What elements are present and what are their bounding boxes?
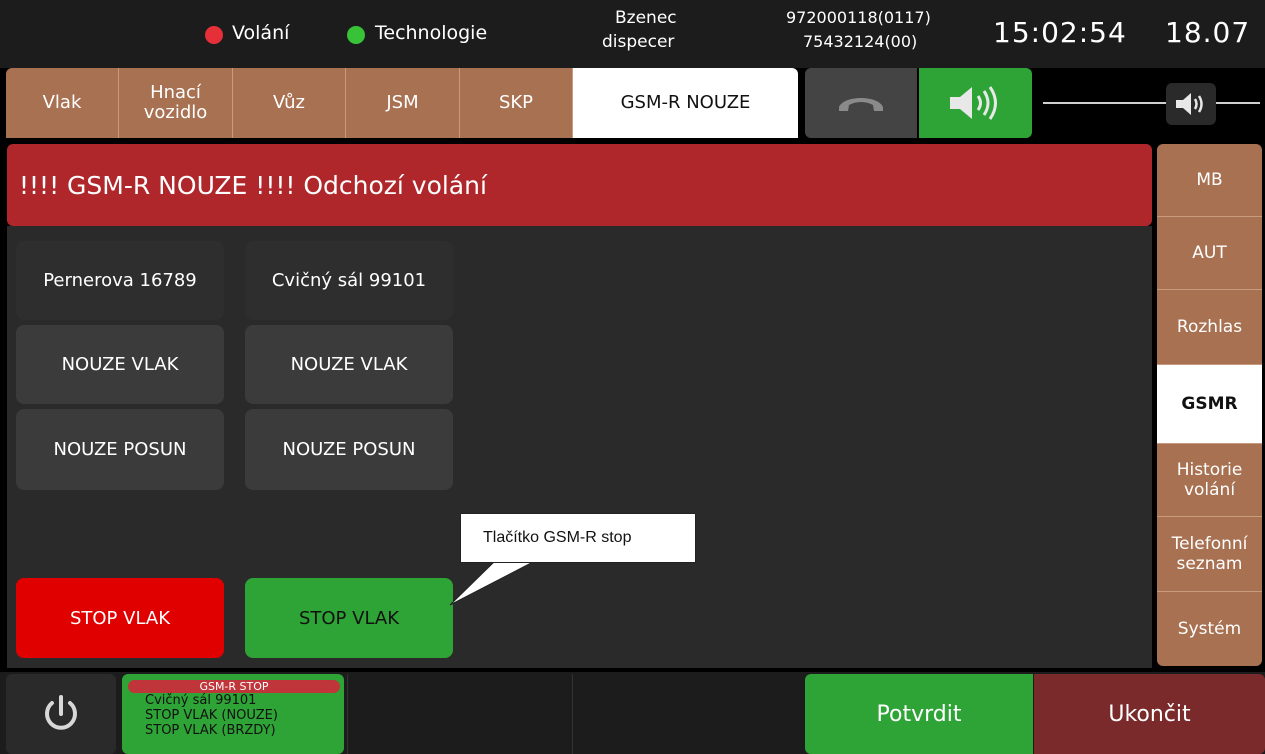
power-icon xyxy=(45,695,77,730)
volume-knob[interactable] xyxy=(1166,83,1216,125)
nouze-posun-button[interactable]: NOUZE POSUN xyxy=(16,409,224,490)
nouze-vlak-button[interactable]: NOUZE VLAK xyxy=(16,325,224,404)
tab-vlak[interactable]: Vlak xyxy=(6,68,119,138)
tab-jsm[interactable]: JSM xyxy=(346,68,460,138)
number-secondary: 75432124(00) xyxy=(803,32,918,51)
contact-name: Pernerova 16789 xyxy=(16,241,224,320)
sidebar-item-rozhlas[interactable]: Rozhlas xyxy=(1157,290,1262,365)
notification-slot xyxy=(347,674,569,754)
call-indicator-dot xyxy=(205,26,223,44)
stop-vlak-button[interactable]: STOP VLAK xyxy=(16,578,224,658)
tab-skp[interactable]: SKP xyxy=(460,68,573,138)
tab-hnaci-vozidlo[interactable]: Hnací vozidlo xyxy=(119,68,233,138)
number-primary: 972000118(0117) xyxy=(786,8,931,27)
contact-name: Cvičný sál 99101 xyxy=(245,241,453,320)
speaker-icon xyxy=(949,86,997,120)
emergency-banner: !!!! GSM-R NOUZE !!!! Odchozí volání xyxy=(7,144,1152,226)
sidebar-item-system[interactable]: Systém xyxy=(1157,592,1262,666)
gsm-r-stop-button[interactable]: STOP VLAK xyxy=(245,578,453,658)
volume-slider-track[interactable] xyxy=(1043,102,1260,104)
station-name: Bzenec xyxy=(615,8,677,28)
volume-knob-icon xyxy=(1176,93,1203,115)
call-indicator-label: Volání xyxy=(232,22,290,44)
callout-pointer xyxy=(449,557,536,606)
nouze-posun-button[interactable]: NOUZE POSUN xyxy=(245,409,453,490)
clock-time: 15:02:54 xyxy=(993,16,1127,49)
end-call-button[interactable]: Ukončit xyxy=(1034,674,1265,754)
notification-slot xyxy=(572,674,800,754)
sidebar-item-aut[interactable]: AUT xyxy=(1157,217,1262,290)
sidebar-item-mb[interactable]: MB xyxy=(1157,144,1262,217)
confirm-button[interactable]: Potvrdit xyxy=(805,674,1033,754)
handset-icon xyxy=(839,98,883,111)
notification-line: STOP VLAK (BRZDY) xyxy=(145,723,276,738)
notification-title: GSM-R STOP xyxy=(128,680,340,693)
tab-vuz[interactable]: Vůz xyxy=(233,68,346,138)
tab-gsm-r-nouze[interactable]: GSM-R NOUZE xyxy=(573,68,798,138)
clock-date: 18.07 xyxy=(1165,16,1251,49)
notification-line: STOP VLAK (NOUZE) xyxy=(145,708,278,723)
sidebar-item-telefonni-seznam[interactable]: Telefonní seznam xyxy=(1157,517,1262,592)
sidebar-item-gsmr[interactable]: GSMR xyxy=(1157,365,1262,444)
technology-indicator-label: Technologie xyxy=(375,22,488,44)
power-button[interactable] xyxy=(6,674,116,754)
hangup-button[interactable] xyxy=(805,68,917,138)
station-role: dispecer xyxy=(602,32,675,52)
callout-label: Tlačítko GSM-R stop xyxy=(460,513,696,563)
speaker-button[interactable] xyxy=(919,68,1032,138)
nouze-vlak-button[interactable]: NOUZE VLAK xyxy=(245,325,453,404)
technology-indicator-dot xyxy=(347,26,365,44)
notification-line: Cvičný sál 99101 xyxy=(145,693,257,708)
sidebar-item-historie-volani[interactable]: Historie volání xyxy=(1157,444,1262,517)
